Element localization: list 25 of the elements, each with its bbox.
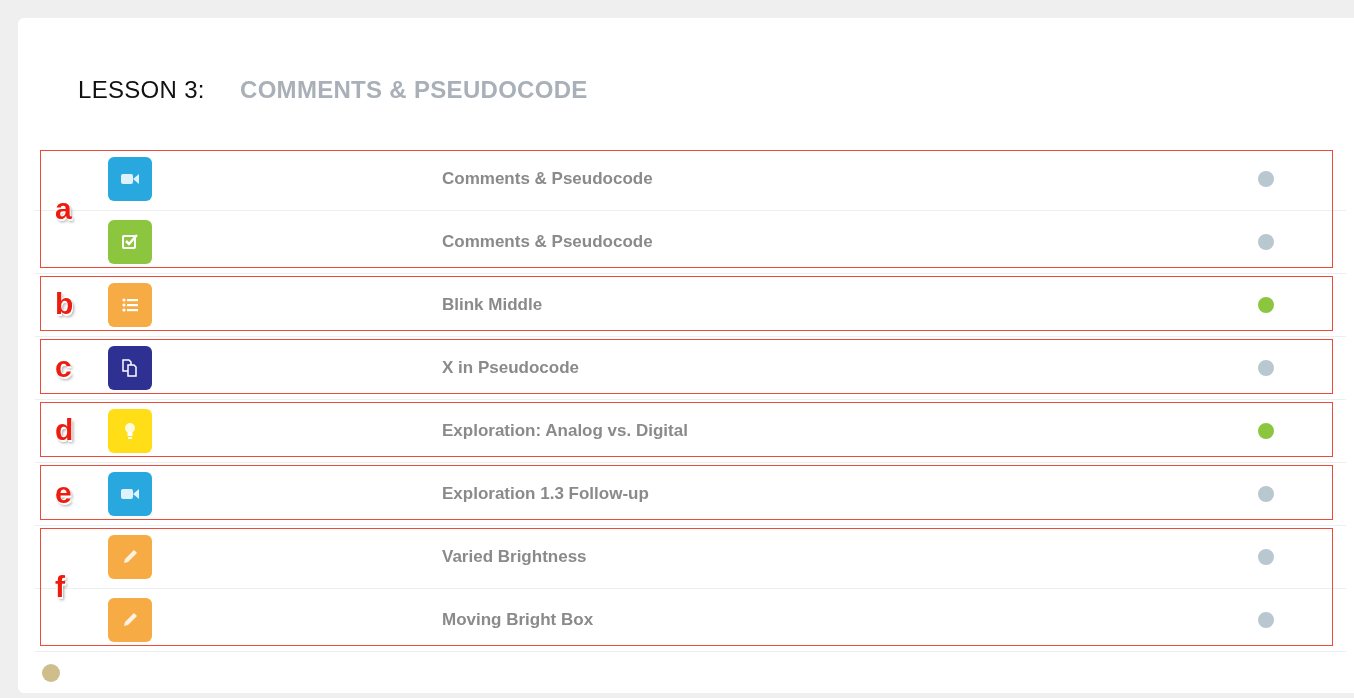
annotation-letter: e bbox=[55, 475, 72, 510]
activity-title[interactable]: Blink Middle bbox=[442, 295, 1258, 315]
lightbulb-icon bbox=[108, 409, 152, 453]
video-camera-icon bbox=[108, 157, 152, 201]
lesson-title: COMMENTS & PSEUDOCODE bbox=[240, 76, 588, 104]
documents-icon bbox=[108, 346, 152, 390]
activity-title[interactable]: Comments & Pseudocode bbox=[442, 169, 1258, 189]
progress-dot bbox=[42, 664, 60, 682]
pencil-icon bbox=[108, 535, 152, 579]
pencil-icon bbox=[108, 598, 152, 642]
activity-title[interactable]: Moving Bright Box bbox=[442, 610, 1258, 630]
video-camera-icon bbox=[108, 472, 152, 516]
lesson-label: LESSON 3: bbox=[78, 76, 206, 104]
annotation-letter: a bbox=[55, 192, 72, 227]
annotation-letter: f bbox=[55, 570, 65, 605]
activity-title[interactable]: Varied Brightness bbox=[442, 547, 1258, 567]
annotation-letter: c bbox=[55, 349, 72, 384]
activity-title[interactable]: Exploration 1.3 Follow-up bbox=[442, 484, 1258, 504]
activity-title[interactable]: X in Pseudocode bbox=[442, 358, 1258, 378]
list-icon bbox=[108, 283, 152, 327]
activity-title[interactable]: Exploration: Analog vs. Digital bbox=[442, 421, 1258, 441]
activity-title[interactable]: Comments & Pseudocode bbox=[442, 232, 1258, 252]
annotation-letter: b bbox=[55, 286, 74, 321]
annotation-letter: d bbox=[55, 412, 74, 447]
checkbox-icon bbox=[108, 220, 152, 264]
